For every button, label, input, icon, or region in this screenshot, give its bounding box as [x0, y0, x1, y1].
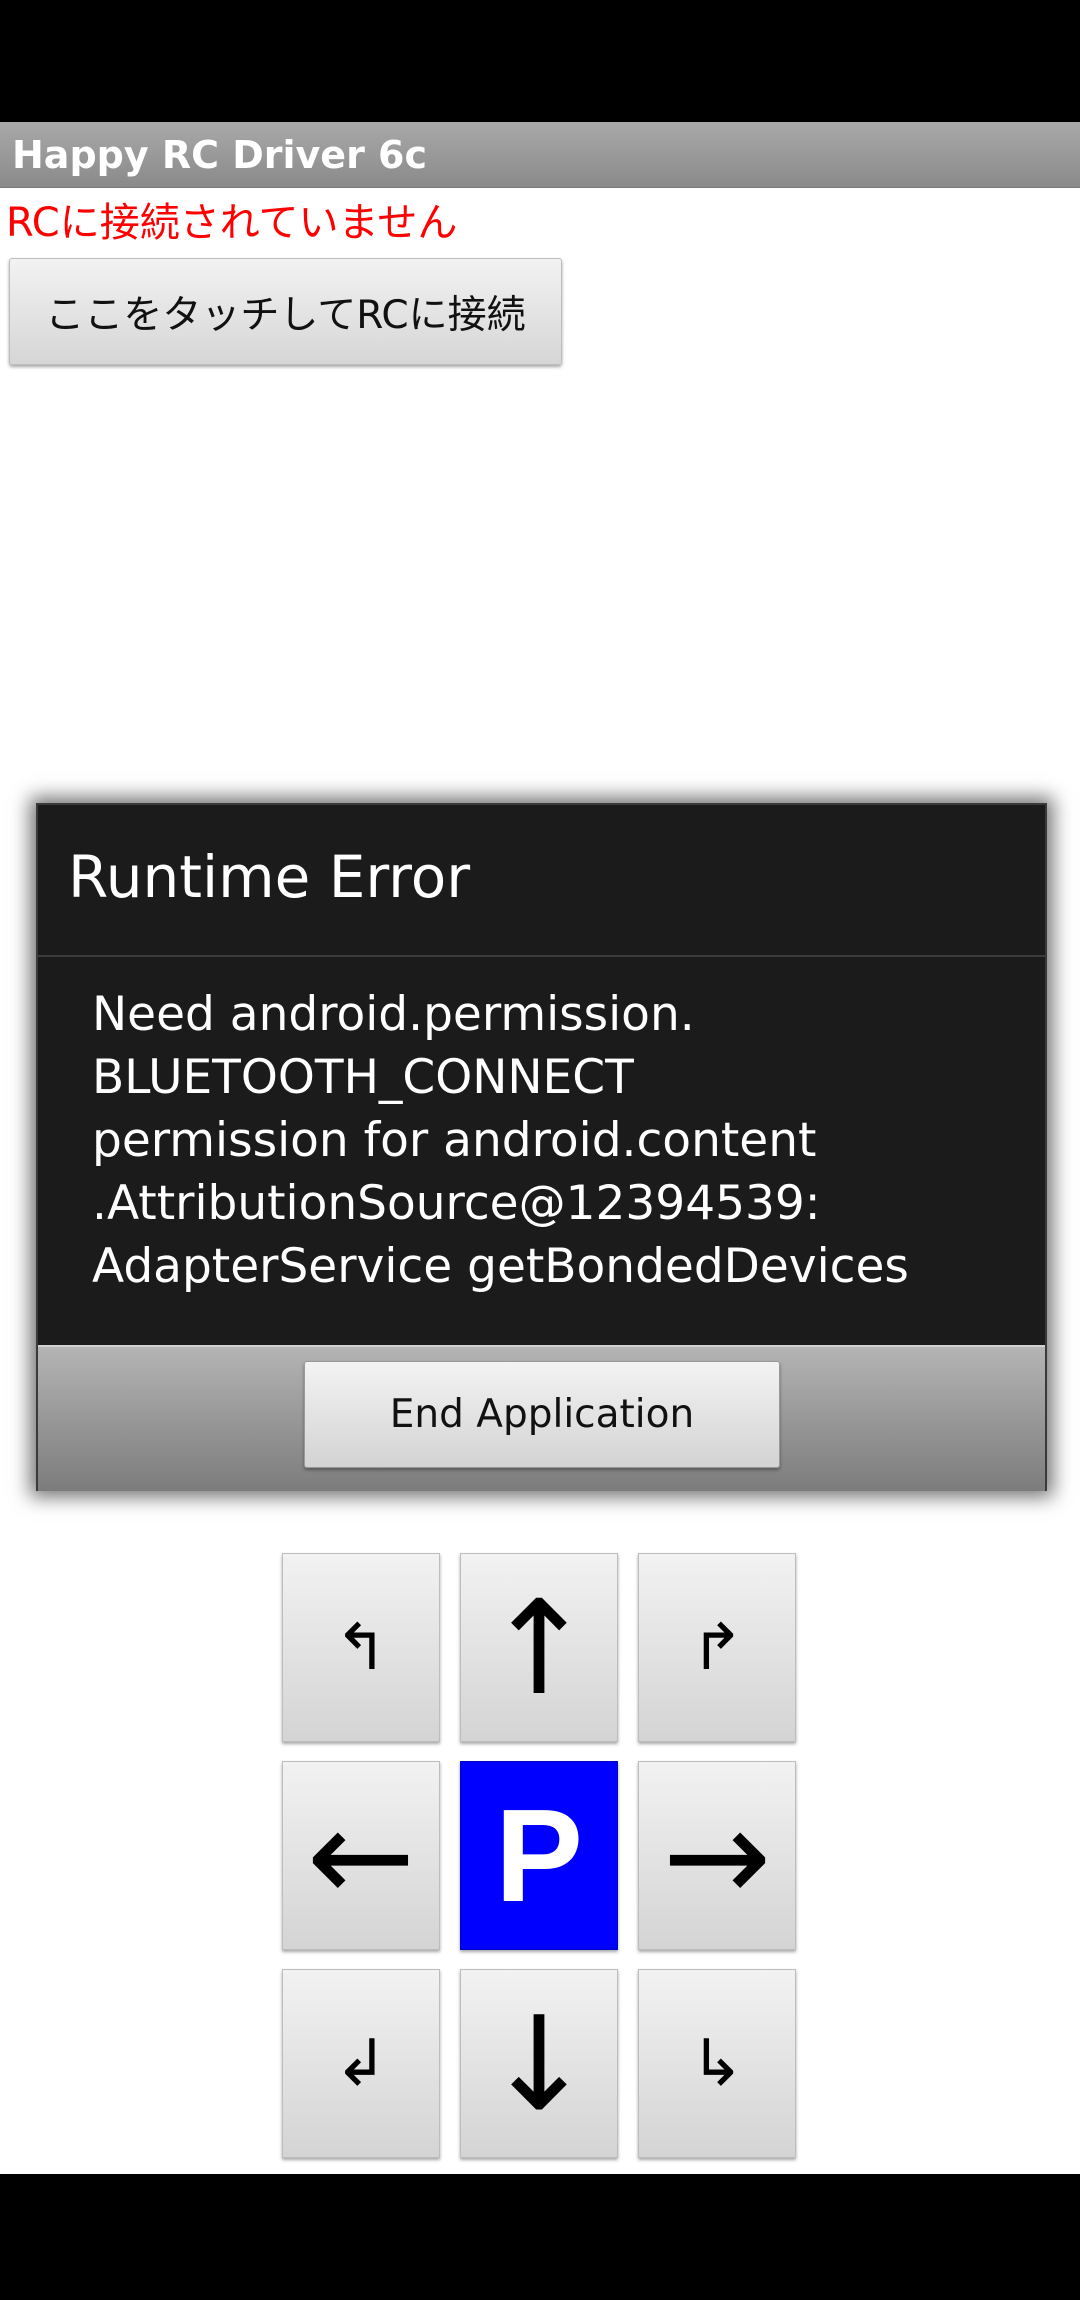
turn-up-left-icon: ↰ — [334, 1610, 388, 1685]
turn-up-right-icon: ↱ — [690, 1610, 744, 1685]
dialog-message-line: permission for android.content — [92, 1113, 817, 1168]
forward-right-button[interactable]: ↱ — [638, 1553, 796, 1742]
arrow-right-icon: → — [662, 1779, 772, 1932]
app-title: Happy RC Driver 6c — [12, 133, 428, 177]
back-button[interactable]: ↓ — [460, 1969, 618, 2158]
app-title-bar: Happy RC Driver 6c — [0, 122, 1080, 188]
status-bar — [0, 0, 1080, 122]
back-right-button[interactable]: ↳ — [638, 1969, 796, 2158]
dialog-message-line: Need android.permission. — [92, 987, 695, 1042]
dialog-divider — [38, 955, 1045, 957]
park-button[interactable]: P — [460, 1761, 618, 1950]
turn-down-left-icon: ↲ — [334, 2026, 388, 2101]
dialog-message-line: AdapterService getBondedDevices — [92, 1239, 909, 1294]
connect-rc-button[interactable]: ここをタッチしてRCに接続 — [9, 258, 562, 365]
forward-button[interactable]: ↑ — [460, 1553, 618, 1742]
left-button[interactable]: ← — [282, 1761, 440, 1950]
dialog-message: Need android.permission. BLUETOOTH_CONNE… — [92, 983, 1022, 1298]
arrow-left-icon: ← — [306, 1779, 416, 1932]
back-left-button[interactable]: ↲ — [282, 1969, 440, 2158]
end-application-button[interactable]: End Application — [304, 1361, 780, 1468]
navigation-bar — [0, 2174, 1080, 2300]
turn-down-right-icon: ↳ — [690, 2026, 744, 2101]
park-icon: P — [494, 1781, 584, 1929]
arrow-up-icon: ↑ — [484, 1571, 594, 1724]
dialog-footer: End Application — [38, 1345, 1045, 1491]
right-button[interactable]: → — [638, 1761, 796, 1950]
runtime-error-dialog: Runtime Error Need android.permission. B… — [36, 803, 1047, 1491]
arrow-down-icon: ↓ — [484, 1987, 594, 2140]
dialog-title: Runtime Error — [68, 843, 471, 911]
dialog-message-line: .AttributionSource@12394539: — [92, 1176, 821, 1231]
connection-status-text: RCに接続されていません — [6, 200, 458, 246]
forward-left-button[interactable]: ↰ — [282, 1553, 440, 1742]
dialog-message-line: BLUETOOTH_CONNECT — [92, 1050, 634, 1105]
